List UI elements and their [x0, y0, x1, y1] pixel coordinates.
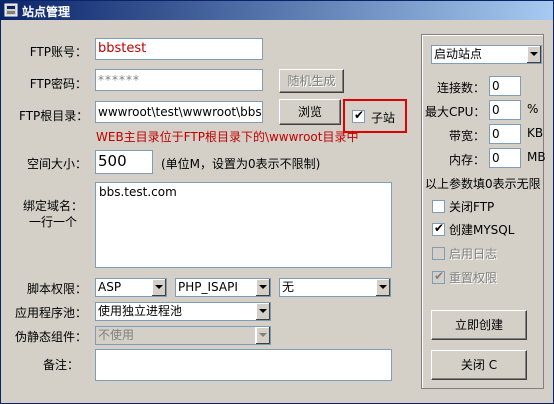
subsite-label: 子站 — [371, 111, 396, 125]
app-pool-select[interactable]: 使用独立进程池 — [95, 302, 271, 321]
note-input[interactable] — [95, 349, 392, 381]
enable-log-checkbox[interactable] — [432, 247, 445, 260]
ftp-password-input[interactable]: ****** — [95, 69, 263, 91]
domain-textarea[interactable]: bbs.test.com — [95, 182, 392, 268]
rewrite-value: 不使用 — [98, 328, 135, 342]
chevron-down-icon[interactable] — [375, 279, 390, 296]
note-label: 备注： — [42, 358, 79, 372]
ftp-root-input[interactable]: wwwroot\test\wwwroot\bbs — [95, 101, 263, 123]
ftp-password-label: FTP密码： — [29, 77, 87, 91]
app-pool-value: 使用独立进程池 — [98, 304, 183, 318]
site-status-select[interactable]: 启动站点 — [431, 45, 542, 64]
close-ftp-checkbox[interactable] — [432, 200, 445, 213]
script-asp-value: ASP — [98, 280, 122, 294]
domain-label: 绑定域名： — [22, 199, 83, 213]
connections-input[interactable]: 0 — [489, 76, 521, 96]
script-other-value: 无 — [282, 280, 295, 294]
rewrite-label: 伪静态组件： — [14, 330, 87, 344]
ftp-root-hint: WEB主目录位于FTP根目录下的\wwwroot目录中 — [96, 130, 359, 144]
ftp-account-input[interactable]: bbstest — [95, 38, 263, 60]
zero-unlimited-note: 以上参数填0表示无限 — [425, 177, 541, 191]
script-permission-label: 脚本权限： — [26, 282, 87, 296]
app-icon — [4, 3, 18, 17]
memory-label: 内存： — [448, 153, 485, 167]
chevron-down-icon[interactable] — [255, 303, 270, 320]
rewrite-select[interactable]: 不使用 — [95, 326, 271, 345]
memory-unit: MB — [527, 150, 546, 164]
max-cpu-label: 最大CPU： — [425, 105, 486, 119]
title-bar[interactable]: 站点管理 — [1, 1, 553, 20]
checkmark-icon: ✔ — [434, 269, 445, 283]
script-other-select[interactable]: 无 — [279, 278, 391, 297]
window-title: 站点管理 — [22, 5, 71, 19]
site-manager-window: 站点管理 FTP账号： bbstest FTP密码： ****** 随机生成 F… — [0, 0, 554, 404]
script-asp-select[interactable]: ASP — [95, 278, 167, 297]
space-size-input[interactable]: 500 — [95, 150, 153, 174]
cpu-unit: % — [527, 102, 539, 116]
script-php-value: PHP_ISAPI — [178, 280, 238, 294]
checkmark-icon: ✔ — [434, 221, 445, 235]
enable-log-label: 启用日志 — [449, 247, 498, 261]
subsite-checkbox[interactable]: ✔ — [352, 108, 365, 123]
script-php-select[interactable]: PHP_ISAPI — [175, 278, 271, 297]
site-status-value: 启动站点 — [434, 47, 483, 61]
chevron-down-icon[interactable] — [255, 279, 270, 296]
bandwidth-input[interactable]: 0 — [489, 124, 521, 144]
reset-permission-checkbox[interactable]: ✔ — [432, 269, 445, 284]
max-cpu-input[interactable]: 0 — [489, 100, 521, 120]
ftp-account-label: FTP账号： — [29, 45, 87, 59]
chevron-down-icon[interactable] — [151, 279, 166, 296]
connections-label: 连接数： — [436, 81, 485, 95]
reset-permission-label: 重置权限 — [449, 271, 498, 285]
chevron-down-icon[interactable] — [526, 46, 541, 63]
app-pool-label: 应用程序池： — [14, 306, 87, 320]
checkmark-icon: ✔ — [354, 108, 365, 122]
memory-input[interactable]: 0 — [489, 148, 521, 168]
create-now-button[interactable]: 立即创建 — [431, 310, 527, 340]
bandwidth-label: 带宽： — [448, 129, 485, 143]
browse-button[interactable]: 浏览 — [279, 99, 341, 125]
create-mysql-checkbox[interactable]: ✔ — [432, 221, 445, 236]
chevron-down-icon — [255, 327, 270, 344]
create-mysql-label: 创建MYSQL — [449, 223, 515, 237]
random-generate-button[interactable]: 随机生成 — [279, 69, 344, 93]
close-ftp-label: 关闭FTP — [449, 200, 495, 214]
domain-hint-label: 一行一个 — [28, 215, 77, 229]
space-size-note: (单位M，设置为0表示不限制) — [161, 157, 321, 171]
bandwidth-unit: KB — [527, 126, 544, 140]
ftp-root-label: FTP根目录： — [19, 109, 89, 123]
space-size-label: 空间大小： — [26, 157, 87, 171]
close-button[interactable]: 关闭 C — [431, 350, 527, 380]
